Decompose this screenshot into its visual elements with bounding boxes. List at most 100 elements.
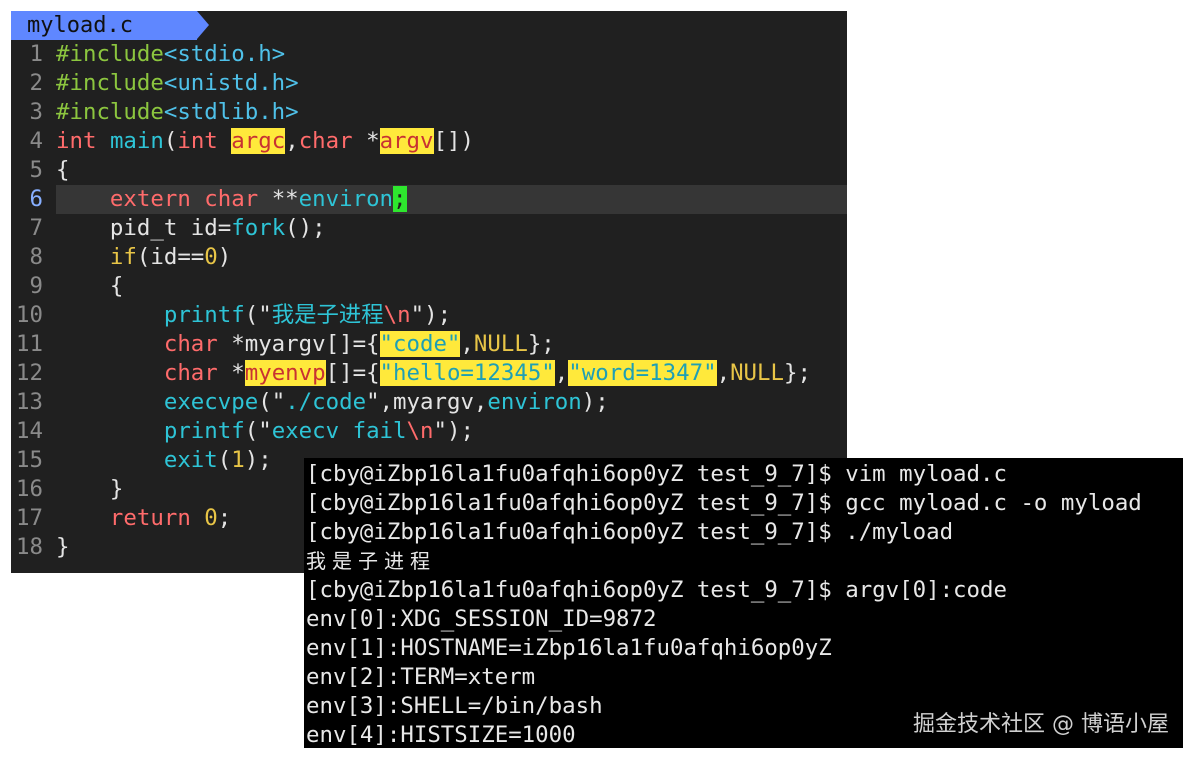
code-line[interactable]: 5{ xyxy=(11,156,847,185)
line-number: 13 xyxy=(16,389,43,415)
code-token: if xyxy=(109,244,137,270)
code-line[interactable]: 2 #include<unistd.h> xyxy=(11,69,847,98)
line-number: 10 xyxy=(16,302,43,328)
code-token: , xyxy=(554,360,569,386)
code-line[interactable]: 4 int main(int argc,char *argv[]) xyxy=(11,127,847,156)
terminal-window[interactable]: [cby@iZbp16la1fu0afqhi6op0yZ test_9_7]$ … xyxy=(304,458,1183,748)
code-token: char xyxy=(163,360,218,386)
code-token: "); xyxy=(410,302,452,328)
code-text: #include<stdlib.h> xyxy=(56,98,847,127)
code-token: ( xyxy=(163,128,178,154)
terminal-line: env[2]:TERM=xterm xyxy=(306,664,536,690)
line-number: 5 xyxy=(29,157,43,183)
code-line[interactable]: 11 char *myargv[]={"code",NULL}; xyxy=(11,330,847,359)
code-token: []={ xyxy=(325,360,380,386)
code-text: char *myargv[]={"code",NULL}; xyxy=(56,330,847,359)
code-token: (id== xyxy=(136,244,205,270)
terminal-line: env[3]:SHELL=/bin/bash xyxy=(306,693,603,719)
line-number: 17 xyxy=(16,505,43,531)
code-text: { xyxy=(56,272,847,301)
code-token: <stdlib.h> xyxy=(163,99,299,125)
code-line[interactable]: 8 if(id==0) xyxy=(11,243,847,272)
line-number: 9 xyxy=(29,273,43,299)
code-token: ",myargv, xyxy=(366,389,488,415)
code-token: execvpe xyxy=(163,389,259,415)
code-token: ); xyxy=(581,389,609,415)
code-token: 1 xyxy=(231,447,245,473)
code-token: "word=1347" xyxy=(568,360,717,386)
code-token: 0 xyxy=(204,505,218,531)
code-token: * xyxy=(217,360,245,386)
code-line[interactable]: 9 { xyxy=(11,272,847,301)
line-number: 3 xyxy=(29,99,43,125)
terminal-line: env[1]:HOSTNAME=iZbp16la1fu0afqhi6op0yZ xyxy=(306,635,832,661)
code-token: main xyxy=(109,128,164,154)
code-token: *myargv[]={ xyxy=(217,331,380,357)
code-token: char xyxy=(163,331,218,357)
code-token: 我是子进程 xyxy=(271,302,384,328)
terminal-line: [cby@iZbp16la1fu0afqhi6op0yZ test_9_7]$ … xyxy=(306,461,1007,487)
code-token: { xyxy=(56,157,70,183)
code-token: "); xyxy=(433,418,474,444)
line-number: 4 xyxy=(29,128,43,154)
code-token: exit xyxy=(163,447,218,473)
code-token: * xyxy=(352,128,380,154)
code-token: ** xyxy=(258,186,299,212)
code-line[interactable]: 1 #include<stdio.h> xyxy=(11,40,847,69)
line-number: 2 xyxy=(29,70,43,96)
code-token: , xyxy=(285,128,299,154)
code-token: ( xyxy=(217,447,232,473)
code-token: "code" xyxy=(379,331,461,357)
code-token: environ xyxy=(487,389,582,415)
code-line[interactable]: 13 execvpe("./code",myargv,environ); xyxy=(11,388,847,417)
line-number: 18 xyxy=(16,534,43,560)
code-token: , xyxy=(460,331,474,357)
line-number: 15 xyxy=(16,447,43,473)
file-tab[interactable]: myload.c xyxy=(11,11,197,40)
terminal-line: env[0]:XDG_SESSION_ID=9872 xyxy=(306,606,657,632)
code-line[interactable]: 14 printf("execv fail\n"); xyxy=(11,417,847,446)
code-line[interactable]: 6 extern char **environ; xyxy=(11,185,847,214)
code-line[interactable]: 10 printf("我是子进程\n"); xyxy=(11,301,847,330)
line-number: 6 xyxy=(29,186,43,212)
code-text: printf("我是子进程\n"); xyxy=(56,301,847,330)
code-token: return xyxy=(109,505,191,531)
tab-arrow-icon xyxy=(197,11,209,39)
code-token: ); xyxy=(244,447,272,473)
code-text: pid_t id=fork(); xyxy=(56,214,847,243)
code-token: char xyxy=(204,186,259,212)
code-token: }; xyxy=(783,360,811,386)
line-number: 8 xyxy=(29,244,43,270)
code-token: <unistd.h> xyxy=(163,70,299,96)
code-text: #include<unistd.h> xyxy=(56,69,847,98)
code-token: #include xyxy=(56,70,164,96)
code-token: { xyxy=(56,273,124,299)
terminal-line: [cby@iZbp16la1fu0afqhi6op0yZ test_9_7]$ … xyxy=(306,577,1007,603)
line-number: 12 xyxy=(16,360,43,386)
code-token: "hello=12345" xyxy=(379,360,555,386)
code-token: int xyxy=(56,128,97,154)
code-line[interactable]: 7 pid_t id=fork(); xyxy=(11,214,847,243)
code-text: execvpe("./code",myargv,environ); xyxy=(56,388,847,417)
code-line[interactable]: 12 char *myenvp[]={"hello=12345","word=1… xyxy=(11,359,847,388)
terminal-line: [cby@iZbp16la1fu0afqhi6op0yZ test_9_7]$ … xyxy=(306,490,1142,516)
text-cursor: ; xyxy=(393,186,407,212)
code-token: \n xyxy=(383,302,411,328)
terminal-line: 我是子进程 xyxy=(306,549,436,573)
terminal-line: env[4]:HISTSIZE=1000 xyxy=(306,722,576,748)
code-token: printf xyxy=(163,418,245,444)
code-token: #include xyxy=(56,41,164,67)
terminal-line: [cby@iZbp16la1fu0afqhi6op0yZ test_9_7]$ … xyxy=(306,519,954,545)
code-token: }; xyxy=(527,331,555,357)
code-token: argc xyxy=(231,128,286,154)
code-token: NULL xyxy=(473,331,528,357)
code-text: #include<stdio.h> xyxy=(56,40,847,69)
code-line[interactable]: 3 #include<stdlib.h> xyxy=(11,98,847,127)
code-token: printf xyxy=(163,302,245,328)
code-token: ./code xyxy=(285,389,367,415)
